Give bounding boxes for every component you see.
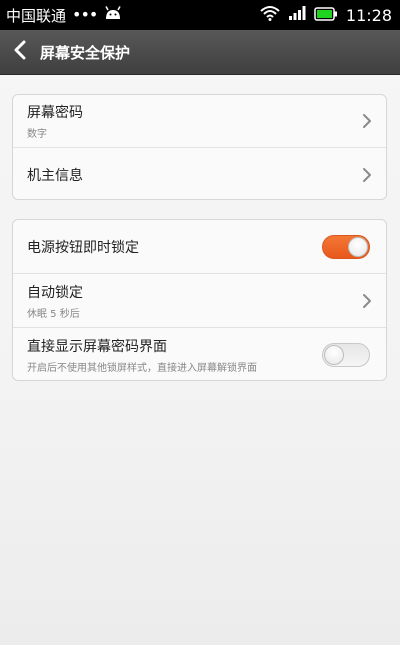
back-arrow-icon bbox=[13, 40, 27, 64]
wifi-icon bbox=[260, 5, 280, 25]
toggle-knob bbox=[348, 236, 368, 257]
battery-icon bbox=[314, 6, 338, 25]
row-title: 自动锁定 bbox=[27, 284, 83, 301]
row-power-button-lock: 电源按钮即时锁定 bbox=[13, 220, 386, 274]
row-screen-password[interactable]: 屏幕密码 数字 bbox=[13, 95, 386, 148]
back-button[interactable] bbox=[2, 30, 38, 75]
chevron-right-icon bbox=[363, 167, 371, 182]
row-auto-lock[interactable]: 自动锁定 休眠 5 秒后 bbox=[13, 274, 386, 328]
row-subtitle: 休眠 5 秒后 bbox=[27, 308, 80, 320]
signal-icon bbox=[288, 5, 306, 25]
chevron-right-icon bbox=[363, 293, 371, 308]
android-icon bbox=[103, 5, 123, 25]
page-title: 屏幕安全保护 bbox=[40, 43, 131, 62]
toggle-knob bbox=[324, 345, 344, 365]
row-direct-password-screen: 直接显示屏幕密码界面 开启后不使用其他锁屏样式，直接进入屏幕解锁界面 bbox=[13, 328, 386, 380]
notification-dots: ••• bbox=[72, 5, 98, 24]
settings-group-lock: 电源按钮即时锁定 自动锁定 休眠 5 秒后 直接显示屏幕密码界面 开启后不使用其… bbox=[12, 219, 387, 381]
settings-group-password: 屏幕密码 数字 机主信息 bbox=[12, 94, 387, 200]
direct-password-toggle[interactable] bbox=[322, 343, 370, 367]
power-lock-toggle[interactable] bbox=[322, 234, 370, 259]
chevron-right-icon bbox=[363, 114, 371, 128]
carrier-name: 中国联通 bbox=[6, 6, 67, 25]
row-title: 机主信息 bbox=[27, 167, 83, 184]
clock: 11:28 bbox=[345, 5, 392, 25]
action-bar: 屏幕安全保护 bbox=[0, 30, 400, 75]
status-right: 11:28 bbox=[260, 5, 392, 25]
status-bar: 中国联通 ••• 11:28 bbox=[0, 0, 400, 30]
row-title: 屏幕密码 bbox=[27, 105, 83, 121]
row-subtitle: 数字 bbox=[27, 129, 47, 140]
status-left: 中国联通 ••• bbox=[6, 5, 123, 26]
row-owner-info[interactable]: 机主信息 bbox=[13, 148, 386, 199]
